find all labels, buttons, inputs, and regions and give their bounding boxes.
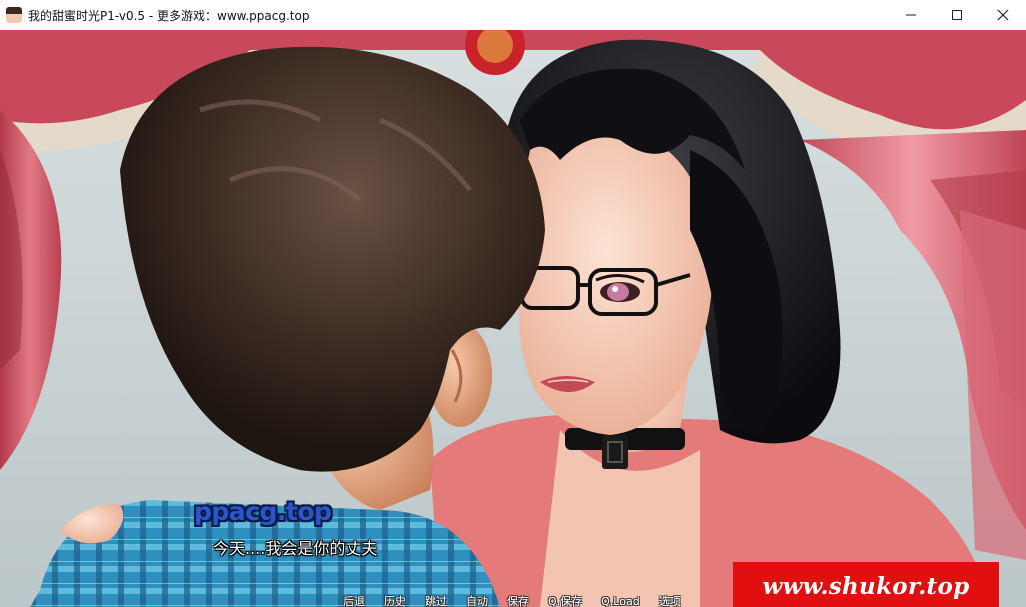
close-icon — [997, 9, 1009, 21]
quick-menu-skip[interactable]: 跳过 — [425, 593, 447, 607]
maximize-button[interactable] — [934, 0, 980, 30]
quick-menu: 后退 历史 跳过 自动 保存 Q.保存 Q.Load 选项 — [343, 594, 700, 607]
watermark-text: www.shukor.top — [762, 572, 970, 600]
maximize-icon — [952, 10, 962, 20]
quick-menu-save[interactable]: 保存 — [507, 593, 529, 607]
window-controls — [888, 0, 1026, 30]
quick-menu-quick-load[interactable]: Q.Load — [601, 595, 640, 607]
quick-menu-preferences[interactable]: 选项 — [659, 593, 681, 607]
dialogue-text: 今天....我会是你的丈夫 — [213, 539, 378, 558]
speaker-name: ppacg.top — [194, 497, 332, 526]
quick-menu-history[interactable]: 历史 — [384, 593, 406, 607]
quick-menu-quick-save[interactable]: Q.保存 — [548, 593, 582, 607]
game-window: 我的甜蜜时光P1-v0.5 - 更多游戏：www.ppacg.top ppacg… — [0, 0, 1026, 607]
minimize-button[interactable] — [888, 0, 934, 30]
quick-menu-auto[interactable]: 自动 — [466, 593, 488, 607]
quick-menu-back[interactable]: 后退 — [343, 593, 365, 607]
title-bar[interactable]: 我的甜蜜时光P1-v0.5 - 更多游戏：www.ppacg.top — [0, 0, 1026, 30]
game-scene[interactable]: ppacg.top 今天....我会是你的丈夫 www.shukor.top — [0, 30, 1026, 607]
minimize-icon — [906, 14, 916, 16]
window-title: 我的甜蜜时光P1-v0.5 - 更多游戏：www.ppacg.top — [28, 8, 310, 23]
scene-illustration — [0, 30, 1026, 607]
watermark-banner: www.shukor.top — [733, 562, 999, 607]
app-avatar-icon — [6, 7, 22, 23]
close-button[interactable] — [980, 0, 1026, 30]
